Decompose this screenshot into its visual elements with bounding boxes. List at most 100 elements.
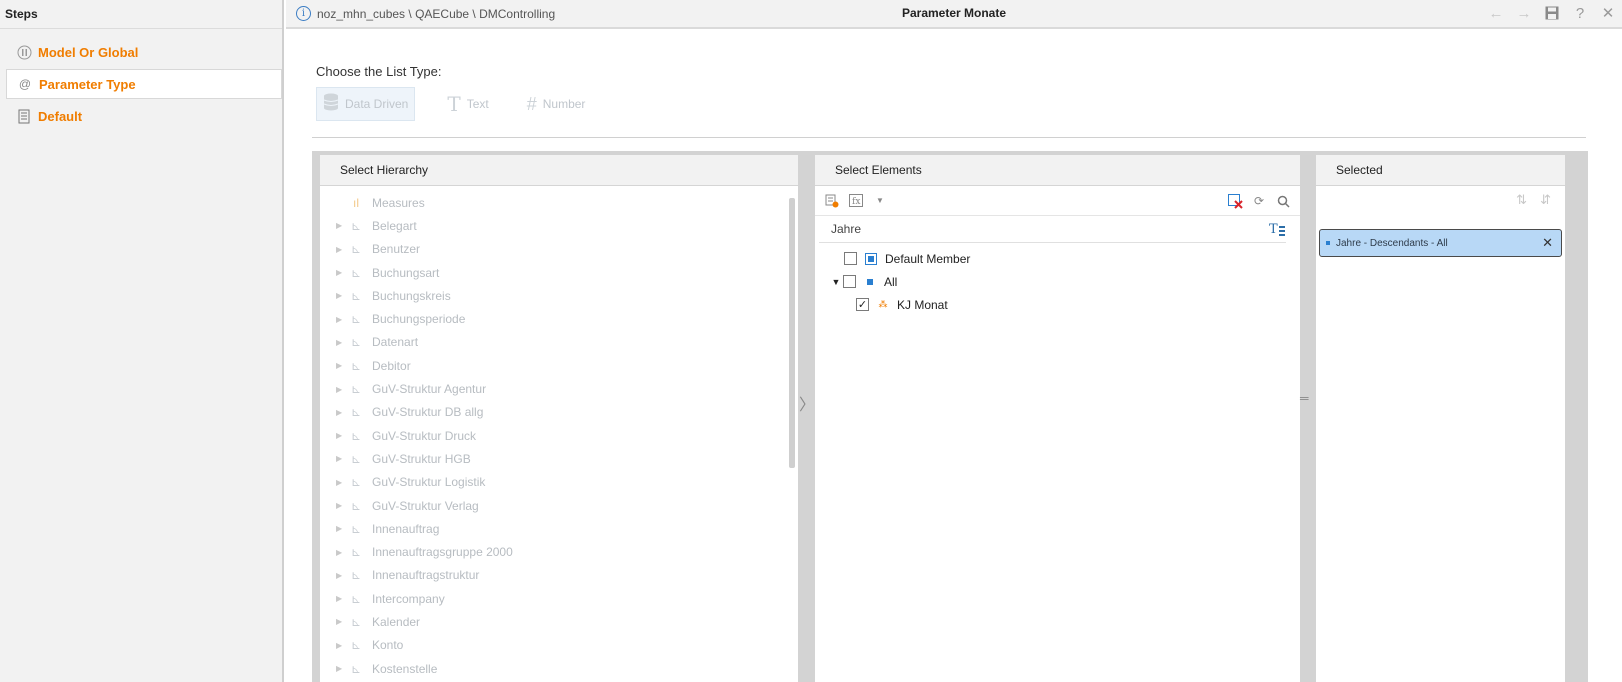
list-item[interactable]: ▶ ⊾ GuV-Struktur HGB (320, 447, 798, 470)
function-icon[interactable]: fx (847, 192, 865, 210)
member-icon (1326, 241, 1330, 245)
back-arrow-icon[interactable]: ← (1488, 4, 1504, 22)
remove-icon[interactable]: ✕ (1542, 235, 1553, 251)
expand-triangle-icon[interactable]: ▶ (336, 361, 348, 370)
dialog-title: Parameter Monate (901, 6, 1007, 20)
selected-toolbar: ⇅ ⇵ (1316, 186, 1565, 216)
close-icon[interactable]: ✕ (1600, 4, 1616, 22)
list-item[interactable]: ▶ ⊾ Intercompany (320, 587, 798, 610)
dropdown-arrow-icon[interactable]: ▼ (871, 192, 889, 210)
selected-header: Selected (1316, 155, 1565, 186)
hierarchy-label: GuV-Struktur Logistik (372, 475, 486, 490)
elements-toolbar: fx ▼ ⟳ (815, 186, 1300, 216)
tree-node-default-member[interactable]: Default Member (815, 247, 1300, 270)
expand-triangle-icon[interactable]: ▶ (336, 338, 348, 347)
expand-triangle-icon[interactable]: ▶ (336, 524, 348, 533)
step-default[interactable]: Default (6, 101, 282, 131)
list-item[interactable]: ▶ ⊾ Konto (320, 634, 798, 657)
step-parameter-type[interactable]: @ Parameter Type (6, 69, 282, 99)
refresh-icon[interactable]: ⟳ (1250, 192, 1268, 210)
hierarchy-icon: ⊾ (350, 451, 362, 466)
hierarchy-icon: ⊾ (350, 358, 362, 373)
expand-triangle-icon[interactable]: ▶ (336, 291, 348, 300)
list-type-label: Choose the List Type: (316, 64, 442, 79)
list-type-text[interactable]: T Text (441, 87, 494, 121)
hierarchy-label: Kalender (372, 614, 421, 629)
sort-descending-icon[interactable]: ⇵ (1540, 192, 1551, 208)
checkbox[interactable] (843, 275, 856, 288)
list-item[interactable]: ▶ ⊾ GuV-Struktur Agentur (320, 377, 798, 400)
list-type-number[interactable]: # Number (521, 87, 592, 121)
expand-triangle-icon[interactable]: ▶ (336, 664, 348, 673)
list-item[interactable]: ▶ ⊾ Datenart (320, 331, 798, 354)
list-item[interactable]: ▶ ⊾ Benutzer (320, 238, 798, 261)
expand-triangle-icon[interactable]: ▶ (336, 594, 348, 603)
list-item[interactable]: ▶ ⊾ Belegart (320, 214, 798, 237)
checkbox-checked[interactable]: ✓ (856, 298, 869, 311)
list-type-data-driven[interactable]: Data Driven (316, 87, 416, 121)
hierarchy-icon: ⊾ (350, 521, 362, 536)
hierarchy-label: Datenart (372, 335, 419, 350)
steps-header: Steps (0, 0, 282, 29)
expand-triangle-icon[interactable]: ▶ (336, 245, 348, 254)
list-item[interactable]: ▶ ⊾ GuV-Struktur Verlag (320, 494, 798, 517)
steps-panel: Steps Model Or Global @ Parameter Type D… (0, 0, 284, 682)
tree-node-kj-monat[interactable]: ✓ ⁂ KJ Monat (815, 293, 1300, 316)
sort-ascending-icon[interactable]: ⇅ (1516, 192, 1527, 208)
selected-chip[interactable]: Jahre - Descendants - All ✕ (1319, 229, 1562, 257)
app-window: Steps Model Or Global @ Parameter Type D… (0, 0, 1622, 682)
expand-triangle-icon[interactable]: ▶ (336, 641, 348, 650)
elements-toolbar-right: ⟳ (1226, 192, 1292, 210)
hierarchy-item-measures[interactable]: ıl Measures (320, 191, 798, 214)
hierarchy-icon: ⊾ (350, 545, 362, 560)
search-icon[interactable] (1274, 192, 1292, 210)
step-model-or-global[interactable]: Model Or Global (6, 37, 282, 67)
hierarchy-label: GuV-Struktur HGB (372, 451, 471, 466)
text-tree-icon[interactable]: T (1269, 216, 1286, 246)
clear-selection-icon[interactable] (1226, 192, 1244, 210)
add-member-icon[interactable] (823, 192, 841, 210)
expand-triangle-icon[interactable]: ▶ (336, 478, 348, 487)
list-item[interactable]: ▶ ⊾ GuV-Struktur Druck (320, 424, 798, 447)
expand-caret-icon[interactable]: ▼ (829, 277, 843, 287)
list-item[interactable]: ▶ ⊾ Buchungsperiode (320, 307, 798, 330)
hierarchy-label: Belegart (372, 218, 417, 233)
list-item[interactable]: ▶ ⊾ Buchungsart (320, 261, 798, 284)
expand-triangle-icon[interactable]: ▶ (336, 268, 348, 277)
expand-triangle-icon[interactable]: ▶ (336, 571, 348, 580)
expand-triangle-icon[interactable]: ▶ (336, 408, 348, 417)
expand-triangle-icon[interactable]: ▶ (336, 454, 348, 463)
expand-triangle-icon[interactable]: ▶ (336, 501, 348, 510)
expand-triangle-icon[interactable]: ▶ (336, 431, 348, 440)
splitter-handle-icon[interactable]: ═ (1300, 391, 1309, 405)
hierarchy-icon: ⊾ (350, 382, 362, 397)
collapse-chevron-icon[interactable]: 〉 (799, 391, 815, 415)
list-item[interactable]: ▶ ⊾ Kostenstelle (320, 657, 798, 680)
list-item[interactable]: ▶ ⊾ Debitor (320, 354, 798, 377)
list-item[interactable]: ▶ ⊾ Buchungskreis (320, 284, 798, 307)
hash-icon: # (526, 93, 537, 114)
list-item[interactable]: ▶ ⊾ Innenauftragstruktur (320, 564, 798, 587)
expand-triangle-icon[interactable]: ▶ (336, 617, 348, 626)
save-icon[interactable] (1544, 4, 1560, 22)
hierarchy-label: Innenauftragsgruppe 2000 (372, 545, 513, 560)
hierarchy-label: Buchungskreis (372, 288, 451, 303)
svg-text:fx: fx (852, 197, 860, 207)
tree-node-all[interactable]: ▼ All (815, 270, 1300, 293)
list-item[interactable]: ▶ ⊾ Innenauftrag (320, 517, 798, 540)
forward-arrow-icon[interactable]: → (1516, 4, 1532, 22)
expand-triangle-icon[interactable]: ▶ (336, 221, 348, 230)
checkbox[interactable] (844, 252, 857, 265)
default-member-icon (865, 252, 877, 265)
list-item[interactable]: ▶ ⊾ Kalender (320, 610, 798, 633)
expand-triangle-icon[interactable]: ▶ (336, 548, 348, 557)
expand-triangle-icon[interactable]: ▶ (336, 385, 348, 394)
hierarchy-scrollbar[interactable] (789, 198, 795, 468)
help-icon[interactable]: ? (1572, 4, 1588, 22)
list-item[interactable]: ▶ ⊾ GuV-Struktur Logistik (320, 471, 798, 494)
hierarchy-icon: ⊾ (350, 591, 362, 606)
expand-triangle-icon[interactable]: ▶ (336, 315, 348, 324)
list-item[interactable]: ▶ ⊾ Innenauftragsgruppe 2000 (320, 540, 798, 563)
list-item[interactable]: ▶ ⊾ GuV-Struktur DB allg (320, 401, 798, 424)
list-type-options: Data Driven T Text # Number (316, 87, 617, 121)
